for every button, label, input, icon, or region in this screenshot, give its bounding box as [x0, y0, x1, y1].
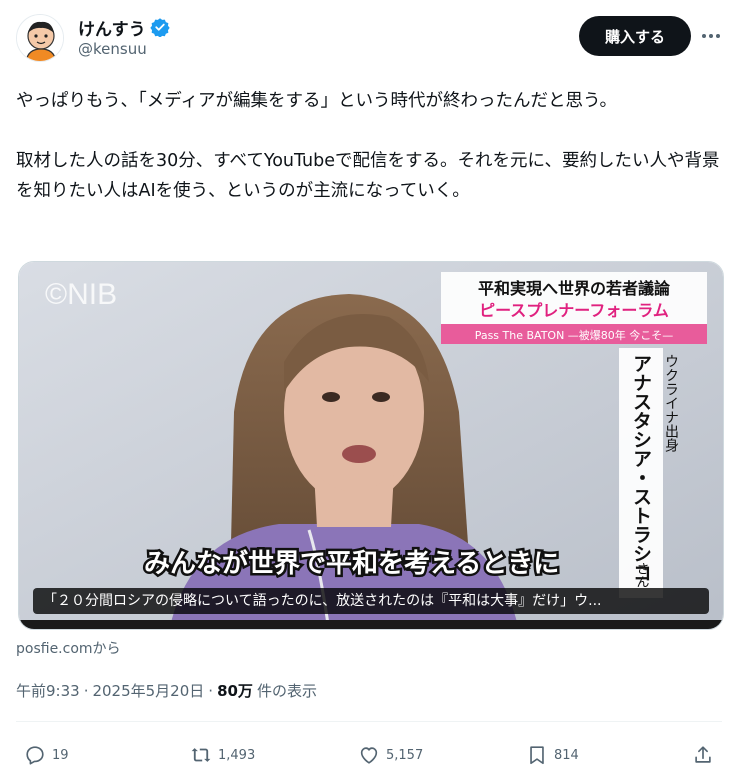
source-link[interactable]: posfie.comから: [16, 638, 121, 658]
tweet-meta: 午前9:33 · 2025年5月20日 · 80万 件の表示: [16, 680, 317, 701]
action-bar: 19 1,493 5,157 814: [16, 740, 722, 770]
like-icon: [360, 747, 378, 764]
name-suffix: さん: [634, 562, 649, 588]
views-count: 80万: [217, 682, 253, 700]
avatar[interactable]: [16, 14, 64, 62]
tweet-date[interactable]: 2025年5月20日: [92, 680, 204, 701]
buy-button[interactable]: 購入する: [579, 16, 691, 56]
repost-button[interactable]: 1,493: [190, 740, 255, 770]
media-subtitle: みんなが世界で平和を考えるときに: [144, 548, 559, 579]
reply-button[interactable]: 19: [24, 740, 69, 770]
banner-tag: Pass The BATON —被爆80年 今こそ—: [475, 328, 674, 342]
reply-icon: [26, 746, 44, 765]
like-button[interactable]: 5,157: [358, 740, 423, 770]
name-small: ウクライナ出身: [663, 354, 679, 453]
views-label: 件の表示: [256, 682, 317, 700]
banner-title: 平和実現へ世界の若者議論: [478, 279, 671, 298]
tweet-header: けんすう @kensuu 購入する: [16, 12, 722, 68]
reply-count: 19: [52, 747, 69, 763]
tweet-media[interactable]: ©NIB 平和実現へ世界の若者議論 ピースプレナーフォーラム Pass The …: [18, 261, 724, 630]
bookmark-button[interactable]: 814: [526, 740, 579, 770]
repost-count: 1,493: [218, 747, 256, 763]
more-icon[interactable]: [700, 26, 722, 46]
like-count: 5,157: [386, 747, 424, 763]
verified-icon: [150, 17, 170, 38]
divider: [16, 721, 722, 722]
tweet-text: やっぱりもう、「メディアが編集をする」という時代が終わったんだと思う。 取材した…: [16, 91, 720, 201]
display-name-row: けんすう: [78, 15, 170, 40]
bookmark-count: 814: [554, 747, 579, 763]
share-button[interactable]: [692, 740, 714, 770]
share-icon: [695, 746, 711, 763]
meta-separator-2: ·: [208, 681, 214, 700]
media-image: ©NIB 平和実現へ世界の若者議論 ピースプレナーフォーラム Pass The …: [19, 262, 723, 629]
name-large: アナスタシア・ストラシコ: [630, 354, 652, 582]
repost-icon: [191, 748, 211, 762]
display-name[interactable]: けんすう: [78, 15, 146, 40]
bookmark-icon: [530, 746, 544, 765]
media-caption: 「２０分間ロシアの侵略について語ったのに、放送されたのは『平和は大事』だけ」ウ.…: [33, 588, 709, 614]
media-watermark: ©NIB: [45, 278, 117, 311]
handle[interactable]: @kensuu: [78, 40, 170, 58]
meta-separator: ·: [83, 681, 89, 700]
tweet-time[interactable]: 午前9:33: [16, 680, 80, 701]
author-block: けんすう @kensuu: [78, 16, 170, 58]
banner-subtitle: ピースプレナーフォーラム: [479, 301, 669, 320]
